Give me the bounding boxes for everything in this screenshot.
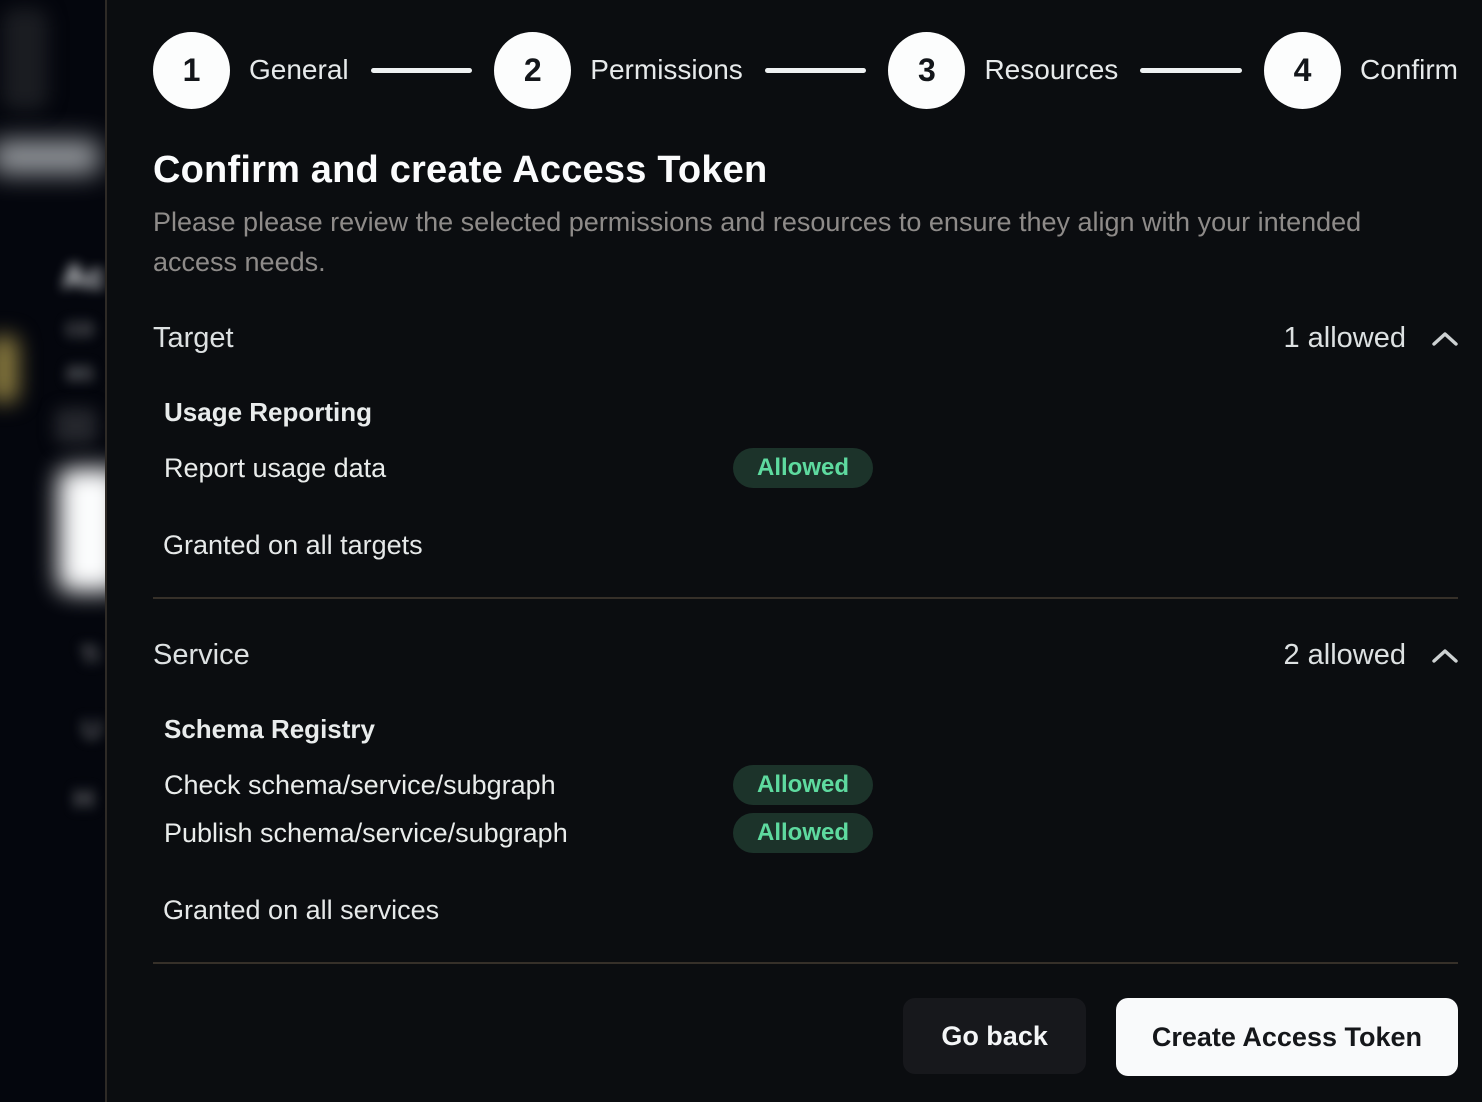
stepper-connector [1140, 68, 1242, 73]
allowed-count: 1 allowed [1283, 322, 1406, 355]
go-back-button[interactable]: Go back [903, 998, 1086, 1074]
blurred-nav-label [0, 140, 100, 174]
permission-group-title: Usage Reporting [164, 397, 1458, 428]
blurred-text-fragment: co [66, 312, 93, 343]
create-access-token-button[interactable]: Create Access Token [1116, 998, 1458, 1076]
modal-panel: 1 General 2 Permissions 3 Resources 4 Co… [107, 0, 1482, 1102]
blurred-page-backdrop: Ac co as Ti U H [0, 0, 106, 1102]
step-confirm[interactable]: 4 Confirm [1264, 32, 1458, 109]
step-number-badge: 4 [1264, 32, 1341, 109]
modal-footer: Go back Create Access Token [153, 998, 1458, 1076]
step-label: General [249, 54, 349, 86]
step-label: Resources [984, 54, 1118, 86]
permission-row: Report usage data Allowed [164, 448, 1458, 488]
blurred-icon-chip [55, 408, 97, 444]
blurred-accent-blob [0, 336, 18, 402]
section-name: Service [153, 639, 250, 672]
section-divider [153, 597, 1458, 599]
blurred-logo-tile [2, 8, 48, 110]
permission-group-title: Schema Registry [164, 714, 1458, 745]
chevron-up-icon [1432, 331, 1458, 347]
section-name: Target [153, 322, 234, 355]
blurred-text-fragment: Ti [80, 642, 99, 670]
permission-label: Report usage data [164, 453, 733, 484]
blurred-white-card [58, 468, 106, 592]
step-number-badge: 3 [888, 32, 965, 109]
step-number-badge: 1 [153, 32, 230, 109]
page-subtitle: Please please review the selected permis… [153, 202, 1377, 282]
permission-label: Publish schema/service/subgraph [164, 818, 733, 849]
section-collapse-toggle[interactable]: 2 allowed [1283, 639, 1458, 672]
step-label: Confirm [1360, 54, 1458, 86]
blurred-text-fragment: H [74, 784, 94, 815]
create-access-token-wizard: Ac co as Ti U H 1 General 2 Permissions … [0, 0, 1482, 1102]
status-badge: Allowed [733, 448, 873, 488]
blurred-text-fragment: Ac [62, 258, 105, 297]
permission-row: Check schema/service/subgraph Allowed [164, 765, 1458, 805]
footer-divider [153, 962, 1458, 964]
section-collapse-toggle[interactable]: 1 allowed [1283, 322, 1458, 355]
step-number-badge: 2 [494, 32, 571, 109]
page-title: Confirm and create Access Token [153, 149, 1458, 192]
section-header-service: Service 2 allowed [153, 639, 1458, 672]
status-badge: Allowed [733, 765, 873, 805]
section-header-target: Target 1 allowed [153, 322, 1458, 355]
step-general[interactable]: 1 General [153, 32, 349, 109]
blurred-text-fragment: U [82, 714, 102, 745]
stepper-connector [371, 68, 473, 73]
permission-label: Check schema/service/subgraph [164, 770, 733, 801]
chevron-up-icon [1432, 648, 1458, 664]
step-resources[interactable]: 3 Resources [888, 32, 1118, 109]
permission-row: Publish schema/service/subgraph Allowed [164, 813, 1458, 853]
wizard-stepper: 1 General 2 Permissions 3 Resources 4 Co… [153, 31, 1458, 109]
granted-note: Granted on all services [163, 895, 1458, 926]
allowed-count: 2 allowed [1283, 639, 1406, 672]
step-label: Permissions [590, 54, 742, 86]
step-permissions[interactable]: 2 Permissions [494, 32, 742, 109]
blurred-text-fragment: as [66, 356, 93, 387]
status-badge: Allowed [733, 813, 873, 853]
granted-note: Granted on all targets [163, 530, 1458, 561]
stepper-connector [765, 68, 867, 73]
